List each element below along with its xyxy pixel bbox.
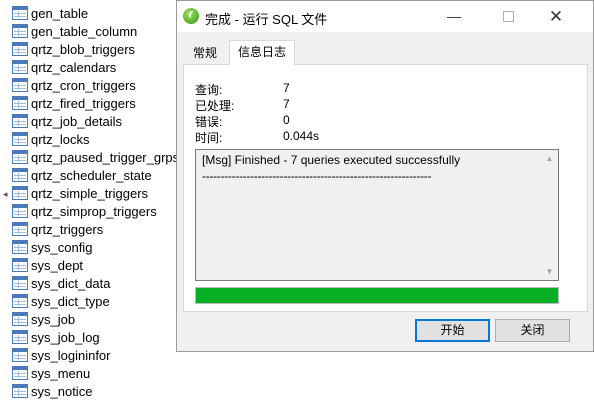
table-name: sys_config (31, 239, 93, 255)
table-list-item[interactable]: qrtz_job_details (12, 112, 180, 130)
table-name: qrtz_scheduler_state (31, 167, 152, 183)
log-scrollbar[interactable]: ▲ ▼ (541, 150, 558, 280)
table-icon (12, 186, 28, 200)
table-list-item[interactable]: qrtz_triggers (12, 220, 180, 238)
table-name: sys_logininfor (31, 347, 111, 363)
table-name: qrtz_locks (31, 131, 90, 147)
table-name: qrtz_blob_triggers (31, 41, 136, 57)
table-icon (12, 366, 28, 380)
table-list-item[interactable]: qrtz_cron_triggers (12, 76, 180, 94)
table-list-item[interactable]: qrtz_fired_triggers (12, 94, 180, 112)
close-window-button[interactable]: ✕ (533, 1, 579, 32)
table-icon (12, 204, 28, 218)
table-list-item[interactable]: gen_table (12, 4, 180, 22)
table-icon (12, 114, 28, 128)
table-icon (12, 6, 28, 20)
scroll-down-icon[interactable]: ▼ (541, 263, 558, 280)
errors-label: 错误: (195, 115, 223, 129)
info-log-panel: 查询: 7 已处理: 7 错误: 0 时间: 0.044s [Msg] Fini… (183, 64, 588, 312)
table-list-item[interactable]: qrtz_simple_triggers (12, 184, 180, 202)
table-icon (12, 150, 28, 164)
dialog-title: 完成 - 运行 SQL 文件 (205, 12, 328, 27)
table-list-item[interactable]: gen_table_column (12, 22, 180, 40)
table-name: qrtz_paused_trigger_grps (31, 149, 180, 165)
table-list-item[interactable]: sys_logininfor (12, 346, 180, 364)
table-icon (12, 258, 28, 272)
table-icon (12, 42, 28, 56)
log-separator-line: ----------------------------------------… (202, 169, 432, 183)
table-list-item[interactable]: qrtz_blob_triggers (12, 40, 180, 58)
run-sql-file-dialog: 完成 - 运行 SQL 文件 — ✕ 常规 信息日志 查询: 7 已处理: 7 … (176, 0, 594, 352)
table-icon (12, 168, 28, 182)
table-name: gen_table (31, 5, 89, 21)
collapse-splitter-icon[interactable] (3, 188, 9, 206)
table-icon (12, 222, 28, 236)
table-name: qrtz_simple_triggers (31, 185, 149, 201)
table-list-item[interactable]: sys_dict_data (12, 274, 180, 292)
table-name: sys_dept (31, 257, 84, 273)
table-name: qrtz_fired_triggers (31, 95, 136, 111)
table-icon (12, 312, 28, 326)
table-list-item[interactable]: qrtz_paused_trigger_grps (12, 148, 180, 166)
table-list-item[interactable]: sys_dept (12, 256, 180, 274)
table-list-item[interactable]: sys_notice (12, 382, 180, 400)
table-icon (12, 330, 28, 344)
tab-general[interactable]: 常规 (181, 43, 229, 64)
table-icon (12, 60, 28, 74)
message-log-box[interactable]: [Msg] Finished - 7 queries executed succ… (195, 149, 559, 281)
table-list-item[interactable]: sys_config (12, 238, 180, 256)
table-icon (12, 132, 28, 146)
dialog-titlebar[interactable]: 完成 - 运行 SQL 文件 — ✕ (177, 1, 593, 32)
close-button[interactable]: 关闭 (495, 319, 570, 342)
table-icon (12, 276, 28, 290)
table-icon (12, 24, 28, 38)
queries-label: 查询: (195, 83, 223, 97)
navicat-icon (183, 8, 199, 24)
table-name: qrtz_simprop_triggers (31, 203, 157, 219)
scroll-up-icon[interactable]: ▲ (541, 150, 558, 167)
start-button[interactable]: 开始 (415, 319, 490, 342)
table-icon (12, 348, 28, 362)
time-value: 0.044s (283, 129, 320, 143)
log-message-line: [Msg] Finished - 7 queries executed succ… (202, 153, 461, 167)
table-list-item[interactable]: qrtz_calendars (12, 58, 180, 76)
table-name: qrtz_triggers (31, 221, 104, 237)
table-list-item[interactable]: sys_job (12, 310, 180, 328)
maximize-button (485, 1, 531, 32)
table-icon (12, 384, 28, 398)
time-label: 时间: (195, 131, 223, 145)
table-list-item[interactable]: qrtz_simprop_triggers (12, 202, 180, 220)
table-list: gen_table gen_table_column qrtz_blob_trigg… (0, 0, 180, 402)
table-name: sys_dict_type (31, 293, 110, 309)
table-name: sys_job (31, 311, 76, 327)
table-name: sys_job_log (31, 329, 100, 345)
table-icon (12, 96, 28, 110)
table-name: qrtz_cron_triggers (31, 77, 136, 93)
table-list-item[interactable]: sys_job_log (12, 328, 180, 346)
table-name: gen_table_column (31, 23, 138, 39)
errors-value: 0 (283, 113, 290, 127)
table-icon (12, 240, 28, 254)
table-name: sys_notice (31, 383, 93, 399)
table-name: sys_dict_data (31, 275, 111, 291)
tab-info-log[interactable]: 信息日志 (229, 40, 295, 65)
table-list-item[interactable]: sys_dict_type (12, 292, 180, 310)
table-list-item[interactable]: qrtz_scheduler_state (12, 166, 180, 184)
table-list-item[interactable]: qrtz_locks (12, 130, 180, 148)
minimize-button[interactable]: — (431, 1, 477, 32)
queries-value: 7 (283, 81, 290, 95)
table-name: sys_menu (31, 365, 91, 381)
progress-bar (195, 287, 559, 304)
processed-label: 已处理: (195, 99, 235, 113)
table-icon (12, 294, 28, 308)
table-name: qrtz_job_details (31, 113, 123, 129)
processed-value: 7 (283, 97, 290, 111)
screen: gen_table gen_table_column qrtz_blob_trigg… (0, 0, 594, 402)
table-list-item[interactable]: sys_menu (12, 364, 180, 382)
progress-bar-fill (196, 288, 558, 303)
table-icon (12, 78, 28, 92)
table-name: qrtz_calendars (31, 59, 117, 75)
